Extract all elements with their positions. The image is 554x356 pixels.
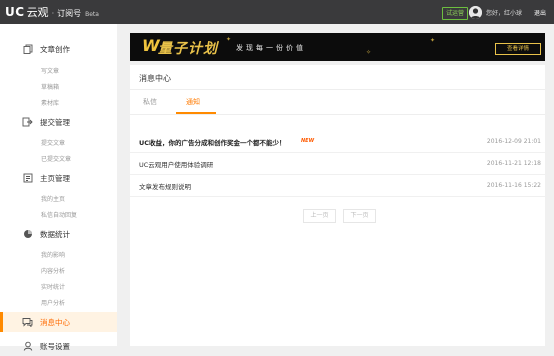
logo-brand-name: 云观 <box>26 6 49 19</box>
sidebar-item-label: 提交管理 <box>40 117 70 127</box>
next-page-button[interactable]: 下一页 <box>343 209 376 223</box>
sidebar-item-account-settings[interactable]: 账号设置 <box>0 336 117 356</box>
message-title: UC收益，你的广告分成和创作奖金一个都不能少！ <box>139 139 286 147</box>
beta-label: Beta <box>85 11 99 18</box>
sidebar-subitem-materials[interactable]: 素材库 <box>41 98 59 107</box>
top-bar: UC 云观 · 订阅号 Beta 试运营 您好，红小球 退出 <box>0 0 554 24</box>
logo[interactable]: UC 云观 · 订阅号 Beta <box>5 4 99 20</box>
page-title: 消息中心 <box>139 74 171 83</box>
sidebar-subitem-my-influence[interactable]: 我的影响 <box>41 250 65 259</box>
banner-details-button[interactable]: 查看详情 <box>495 43 541 55</box>
account-icon <box>22 341 33 352</box>
message-row[interactable]: UC云观用户使用体验调研 2016-11-21 12:18 <box>130 152 545 175</box>
sidebar: 文章创作 写文章 草稿箱 素材库 提交管理 提交文章 已提交文章 主页管理 我的… <box>0 24 117 351</box>
sidebar-item-statistics[interactable]: 数据统计 <box>0 224 117 244</box>
divider <box>130 114 545 115</box>
sidebar-subitem-submit-article[interactable]: 提交文章 <box>41 138 65 147</box>
sidebar-subitem-my-homepage[interactable]: 我的主页 <box>41 194 65 203</box>
logout-link[interactable]: 退出 <box>534 8 546 17</box>
message-icon <box>22 317 33 328</box>
avatar[interactable] <box>469 6 482 19</box>
logo-product-name: 订阅号 <box>57 9 82 18</box>
user-avatar-icon <box>469 6 482 19</box>
logo-separator: · <box>51 9 55 18</box>
logo-uc: UC <box>5 5 25 19</box>
sidebar-item-article-creation[interactable]: 文章创作 <box>0 39 117 59</box>
sidebar-item-submission[interactable]: 提交管理 <box>0 112 117 132</box>
divider <box>130 89 545 90</box>
sidebar-item-homepage[interactable]: 主页管理 <box>0 168 117 188</box>
sparkle-icon: ✦ <box>430 37 436 44</box>
sidebar-item-label: 文章创作 <box>40 44 70 54</box>
prev-page-button[interactable]: 上一页 <box>303 209 336 223</box>
sidebar-subitem-write-article[interactable]: 写文章 <box>41 66 59 75</box>
message-date: 2016-11-16 15:22 <box>486 182 541 189</box>
message-row[interactable]: UC收益，你的广告分成和创作奖金一个都不能少！ NEW 2016-12-09 2… <box>130 130 545 153</box>
message-title: 文章发布规则说明 <box>139 183 191 191</box>
sidebar-item-label: 主页管理 <box>40 173 70 183</box>
sidebar-subitem-submitted-articles[interactable]: 已提交文章 <box>41 154 71 163</box>
message-date: 2016-12-09 21:01 <box>486 138 541 145</box>
sidebar-item-message-center[interactable]: 消息中心 <box>0 312 117 332</box>
sparkle-icon: ✦ <box>226 36 232 43</box>
sidebar-subitem-user-analysis[interactable]: 用户分析 <box>41 298 65 307</box>
sidebar-subitem-auto-reply[interactable]: 私信自动回复 <box>41 210 77 219</box>
new-badge: NEW <box>301 138 315 144</box>
message-row[interactable]: 文章发布规则说明 2016-11-16 15:22 <box>130 174 545 197</box>
banner-slogan: 发现每一份价值 <box>236 44 306 52</box>
chart-icon <box>22 229 33 240</box>
sidebar-item-label: 消息中心 <box>40 317 70 327</box>
sidebar-item-label: 数据统计 <box>40 229 70 239</box>
homepage-icon <box>22 173 33 184</box>
sidebar-subitem-realtime-stats[interactable]: 实时统计 <box>41 282 65 291</box>
tab-notifications[interactable]: 通知 <box>186 97 200 107</box>
banner-w-logo: W <box>142 36 160 55</box>
banner-title: 量子计划 <box>158 41 218 57</box>
submit-icon <box>22 117 33 128</box>
sidebar-subitem-drafts[interactable]: 草稿箱 <box>41 82 59 91</box>
sparkle-icon: ✧ <box>366 49 372 56</box>
message-title: UC云观用户使用体验调研 <box>139 161 214 169</box>
message-date: 2016-11-21 12:18 <box>486 160 541 167</box>
tab-private-messages[interactable]: 私信 <box>143 97 157 107</box>
user-greeting[interactable]: 您好，红小球 <box>486 8 522 17</box>
message-panel: 消息中心 私信 通知 UC收益，你的广告分成和创作奖金一个都不能少！ NEW 2… <box>130 65 545 346</box>
copy-icon <box>22 44 33 55</box>
promo-banner[interactable]: W 量子计划 发现每一份价值 ✦ ✧ ✦ 查看详情 <box>130 33 545 61</box>
sidebar-subitem-content-analysis[interactable]: 内容分析 <box>41 266 65 275</box>
trial-badge: 试运营 <box>442 7 469 20</box>
sidebar-item-label: 账号设置 <box>40 341 70 351</box>
